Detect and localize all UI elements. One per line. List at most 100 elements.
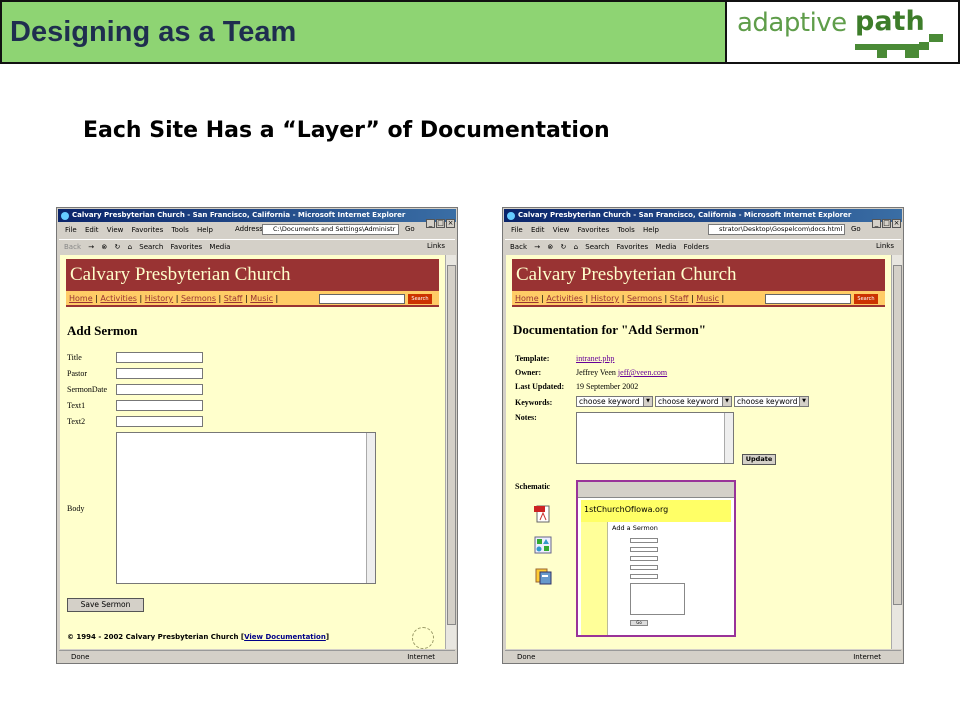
maximize-button[interactable]: □ (436, 219, 445, 228)
thumb-site-banner: 1stChurchOfIowa.org (581, 500, 731, 522)
site-search-input[interactable] (319, 294, 405, 304)
title-input[interactable] (116, 352, 203, 363)
keyword-select-3[interactable]: choose keyword ▼ (734, 396, 809, 407)
schematic-thumbnail[interactable]: 1stChurchOfIowa.org Add a Sermon Go (576, 480, 736, 637)
field-label-text2: Text2 (67, 417, 86, 426)
search-button[interactable]: Search (139, 243, 163, 251)
menu-file[interactable]: File (511, 226, 523, 234)
chevron-down-icon: ▼ (799, 397, 808, 406)
menu-tools[interactable]: Tools (617, 226, 634, 234)
stop-icon[interactable]: ⊗ (101, 243, 107, 251)
menu-file[interactable]: File (65, 226, 77, 234)
favorites-button[interactable]: Favorites (171, 243, 203, 251)
site-nav: Home | Activities | History | Sermons | … (512, 291, 885, 307)
logo-text-adaptive: adaptive (737, 8, 847, 38)
textarea-scrollbar[interactable] (366, 433, 375, 583)
minimize-button[interactable]: _ (872, 219, 881, 228)
last-updated-label: Last Updated: (515, 382, 565, 391)
address-bar[interactable]: C:\Documents and Settings\Administr (262, 224, 399, 235)
forward-icon[interactable]: → (534, 243, 540, 251)
menu-help[interactable]: Help (643, 226, 659, 234)
page-viewport: Calvary Presbyterian Church Home | Activ… (506, 255, 891, 649)
nav-staff[interactable]: Staff (670, 294, 689, 303)
nav-activities[interactable]: Activities (546, 294, 583, 303)
textarea-scrollbar[interactable] (724, 413, 733, 463)
back-button[interactable]: Back (510, 243, 527, 251)
home-icon[interactable]: ⌂ (574, 243, 578, 251)
template-link[interactable]: intranet.php (576, 354, 614, 363)
pastor-input[interactable] (116, 368, 203, 379)
links-label[interactable]: Links (876, 242, 894, 250)
update-button[interactable]: Update (742, 454, 776, 465)
menu-edit[interactable]: Edit (531, 226, 545, 234)
favorites-button[interactable]: Favorites (617, 243, 649, 251)
view-documentation-link[interactable]: View Documentation (244, 633, 326, 641)
pdf-icon[interactable] (534, 505, 552, 523)
minimize-button[interactable]: _ (426, 219, 435, 228)
nav-home[interactable]: Home (69, 294, 93, 303)
menu-view[interactable]: View (107, 226, 124, 234)
site-search-input[interactable] (765, 294, 851, 304)
notes-textarea[interactable] (576, 412, 734, 464)
nav-home[interactable]: Home (515, 294, 539, 303)
menu-favorites[interactable]: Favorites (132, 226, 164, 234)
thumb-button: Go (630, 620, 648, 626)
stop-icon[interactable]: ⊗ (547, 243, 553, 251)
nav-music[interactable]: Music (696, 294, 719, 303)
maximize-button[interactable]: □ (882, 219, 891, 228)
footer-bracket: ] (325, 633, 330, 641)
keyword-select-2-value: choose keyword (658, 397, 719, 406)
window-title: Calvary Presbyterian Church - San Franci… (72, 211, 406, 219)
refresh-icon[interactable]: ↻ (114, 243, 120, 251)
field-label-sermondate: SermonDate (67, 385, 107, 394)
sermondate-input[interactable] (116, 384, 203, 395)
body-textarea[interactable] (116, 432, 376, 584)
text2-input[interactable] (116, 416, 203, 427)
menu-help[interactable]: Help (197, 226, 213, 234)
media-button[interactable]: Media (209, 243, 230, 251)
nav-history[interactable]: History (591, 294, 619, 303)
address-bar[interactable]: strator\Desktop\Gospelcom\docs.html (708, 224, 845, 235)
thumb-form-field (630, 538, 658, 543)
back-button[interactable]: Back (64, 243, 81, 251)
keyword-select-2[interactable]: choose keyword ▼ (655, 396, 732, 407)
notes-label: Notes: (515, 413, 537, 422)
menu-tools[interactable]: Tools (171, 226, 188, 234)
site-search-button[interactable]: Search (408, 294, 432, 304)
last-updated-value: 19 September 2002 (576, 382, 639, 391)
menu-view[interactable]: View (553, 226, 570, 234)
go-button[interactable]: Go (851, 225, 861, 233)
slide-subtitle: Each Site Has a “Layer” of Documentation (83, 118, 610, 143)
page-scrollbar[interactable] (891, 255, 902, 649)
text1-input[interactable] (116, 400, 203, 411)
refresh-icon[interactable]: ↻ (560, 243, 566, 251)
nav-sermons[interactable]: Sermons (181, 294, 216, 303)
close-button[interactable]: × (446, 219, 455, 228)
archive-icon[interactable] (534, 567, 552, 585)
nav-history[interactable]: History (145, 294, 173, 303)
nav-music[interactable]: Music (250, 294, 273, 303)
menu-favorites[interactable]: Favorites (578, 226, 610, 234)
media-button[interactable]: Media (655, 243, 676, 251)
links-label[interactable]: Links (427, 242, 445, 250)
nav-activities[interactable]: Activities (100, 294, 137, 303)
nav-sermons[interactable]: Sermons (627, 294, 662, 303)
page-scrollbar[interactable] (445, 255, 456, 649)
search-button[interactable]: Search (585, 243, 609, 251)
site-search-button[interactable]: Search (854, 294, 878, 304)
status-zone: Internet (407, 653, 435, 661)
home-icon[interactable]: ⌂ (128, 243, 132, 251)
folders-button[interactable]: Folders (684, 243, 709, 251)
keyword-select-1[interactable]: choose keyword ▼ (576, 396, 653, 407)
nav-staff[interactable]: Staff (224, 294, 243, 303)
forward-icon[interactable]: → (88, 243, 94, 251)
site-header: Calvary Presbyterian Church (66, 259, 439, 291)
owner-label: Owner: (515, 368, 542, 377)
diagram-icon[interactable] (534, 536, 552, 554)
menu-bar: File Edit View Favorites Tools Help (59, 223, 259, 237)
save-sermon-button[interactable]: Save Sermon (67, 598, 144, 612)
close-button[interactable]: × (892, 219, 901, 228)
go-button[interactable]: Go (405, 225, 415, 233)
menu-edit[interactable]: Edit (85, 226, 99, 234)
owner-email-link[interactable]: jeff@veen.com (618, 368, 667, 377)
